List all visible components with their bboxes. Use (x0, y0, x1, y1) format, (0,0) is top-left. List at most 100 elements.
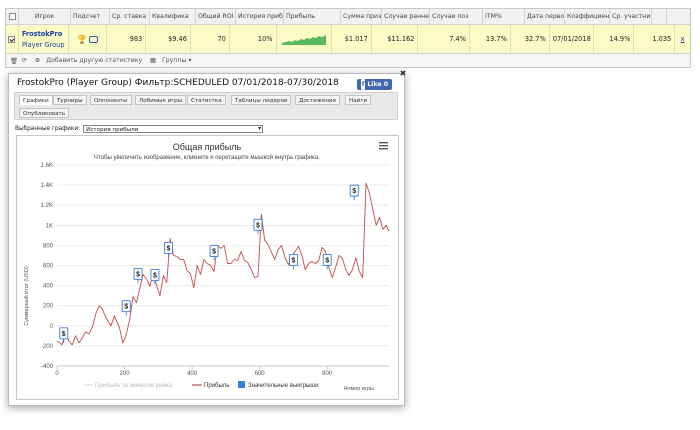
popup-title: FrostokPro (Player Group) Фильтр:SCHEDUL… (17, 78, 339, 88)
y-tick-label: 1.4K (41, 183, 53, 189)
add-stats-button[interactable]: ⊕ Добавить другую статистику (31, 57, 142, 64)
y-tick-label: 1.2K (41, 203, 53, 209)
player-icons: 🏆 (69, 25, 108, 53)
svg-text:$: $ (62, 331, 66, 338)
big-win-marker[interactable]: $ (322, 254, 332, 270)
column-header[interactable] (652, 9, 667, 24)
stats-table: Игрок Подсчет Ср. ставка Квалифика Общий ROI… (5, 8, 691, 68)
groups-label: Группы (162, 57, 187, 64)
chart-subtitle: Чтобы увеличить изображение, кликните и … (94, 154, 320, 161)
x-tick-label: 200 (120, 371, 131, 377)
player-group-link[interactable]: Player Group (22, 41, 65, 49)
x-tick-label: 600 (255, 371, 266, 377)
column-header[interactable]: Игрок (19, 9, 71, 24)
tab-opponents[interactable]: Оппоненты (90, 95, 132, 105)
remove-row-button[interactable]: x (675, 25, 690, 53)
big-win-marker[interactable]: $ (150, 269, 160, 285)
sparkline-graph (281, 35, 326, 45)
early-value: 7.4% (418, 25, 470, 53)
chart-selector-dropdown[interactable]: История прибыли (83, 125, 264, 133)
big-win-marker[interactable]: $ (164, 241, 173, 258)
x-tick-label: 400 (187, 371, 198, 377)
profit-value: $1.017 (332, 25, 372, 53)
tab-charts[interactable]: Графики (19, 95, 53, 105)
column-header[interactable] (6, 9, 19, 24)
like-label: Like 0 (367, 81, 388, 88)
tab-leaderboards[interactable]: Таблицы лидеров (231, 95, 292, 105)
tab-achievements[interactable]: Достижения (295, 95, 340, 105)
profit-series-line[interactable] (56, 182, 390, 346)
chart-legend: Прибыль за минусом рейка Прибыль Значите… (83, 381, 319, 389)
grid-icon: ▦ (150, 57, 157, 64)
tab-publish[interactable]: Опубликовать (19, 108, 70, 118)
legend-profit[interactable]: Прибыль (204, 383, 229, 389)
column-header[interactable]: Случаи поз (430, 9, 483, 24)
column-header[interactable]: Прибыль (284, 9, 341, 24)
legend-wins[interactable]: Значительные выигрыши (248, 383, 319, 389)
close-icon[interactable]: ✖ (398, 69, 408, 79)
chat-icon[interactable] (89, 35, 99, 43)
player-name-link[interactable]: FrostokPro (22, 30, 62, 38)
svg-text:$: $ (325, 257, 329, 264)
legend-rake[interactable]: Прибыль за минусом рейка (95, 382, 173, 389)
chart-selector-row: Выбранные графики: История прибыли (15, 125, 264, 133)
trash-icon[interactable]: 🗑 (10, 57, 18, 65)
svg-text:$: $ (153, 273, 157, 280)
itm-value: 32.7% (511, 25, 550, 53)
big-win-marker[interactable]: $ (209, 244, 219, 261)
facebook-icon: f (360, 79, 366, 90)
big-win-marker[interactable]: $ (288, 254, 298, 270)
x-tick-label: 800 (322, 371, 333, 377)
column-header[interactable]: Случаи раннего (382, 9, 430, 24)
column-header[interactable]: История прибы (236, 9, 284, 24)
profit-chart[interactable]: Общая прибыль Чтобы увеличить изображени… (17, 136, 398, 399)
legend-swatch-wins (238, 381, 245, 388)
avg-entrants-value: 1.035 (634, 25, 676, 53)
big-win-marker[interactable]: $ (59, 327, 69, 343)
column-header[interactable]: Общий ROI (196, 9, 236, 24)
row-checkbox-cell[interactable] (6, 25, 19, 53)
player-cell[interactable]: FrostokPro Player Group (19, 25, 70, 53)
svg-text:$: $ (291, 257, 295, 264)
y-tick-label: 0 (50, 324, 54, 330)
column-header[interactable]: Дата первой (525, 9, 565, 24)
big-win-marker[interactable]: $ (133, 268, 143, 284)
column-header[interactable]: Коэффициен (565, 9, 610, 24)
row-checkbox[interactable] (8, 35, 16, 43)
y-tick-label: 800 (43, 243, 54, 249)
trophy-icon[interactable]: 🏆 (77, 35, 87, 44)
x-axis-label: Номер игры (343, 386, 374, 392)
y-tick-label: 600 (43, 264, 54, 270)
svg-text:$: $ (124, 304, 128, 311)
y-tick-label: 400 (43, 284, 54, 290)
column-header[interactable]: Ср. участник (610, 9, 652, 24)
svg-text:$: $ (136, 272, 140, 279)
tab-stats[interactable]: Статистка (187, 95, 226, 105)
player-popup: FrostokPro (Player Group) Фильтр:SCHEDUL… (8, 69, 406, 406)
select-all-checkbox[interactable] (8, 13, 16, 20)
tab-search[interactable]: Найти (345, 95, 372, 105)
column-header[interactable]: Квалифика (150, 9, 196, 24)
column-header[interactable]: Ср. ставка (110, 9, 150, 24)
column-header[interactable]: Сумма призо (341, 9, 382, 24)
groups-button[interactable]: ▦ Группы ▾ (146, 57, 191, 64)
facebook-like-button[interactable]: f Like 0 (356, 79, 392, 90)
column-header[interactable]: Подсчет (71, 9, 110, 24)
y-tick-label: 1.6K (41, 163, 53, 169)
menu-icon[interactable] (379, 142, 388, 150)
table-row[interactable]: FrostokPro Player Group 🏆 983 $9.46 70 1… (6, 25, 690, 54)
prize-sum-value: $11.162 (372, 25, 419, 53)
column-header[interactable]: ITM% (483, 9, 525, 24)
roi-value: 10% (230, 25, 277, 53)
chart-title: Общая прибыль (173, 142, 242, 152)
tab-favorite-games[interactable]: Лобимые игры (135, 95, 187, 105)
qualification-value: 70 (191, 25, 230, 53)
big-win-marker[interactable]: $ (121, 300, 131, 316)
y-tick-label: 200 (43, 304, 54, 310)
tab-tournaments[interactable]: Турниры (53, 95, 87, 105)
table-toolbar: 🗑 ⟳ ⊕ Добавить другую статистику ▦ Группы ▾ (6, 54, 690, 67)
count-value: 983 (107, 25, 147, 53)
big-win-marker[interactable]: $ (349, 184, 359, 201)
refresh-icon[interactable]: ⟳ (22, 57, 27, 64)
table-header: Игрок Подсчет Ср. ставка Квалифика Общий ROI… (6, 9, 690, 25)
